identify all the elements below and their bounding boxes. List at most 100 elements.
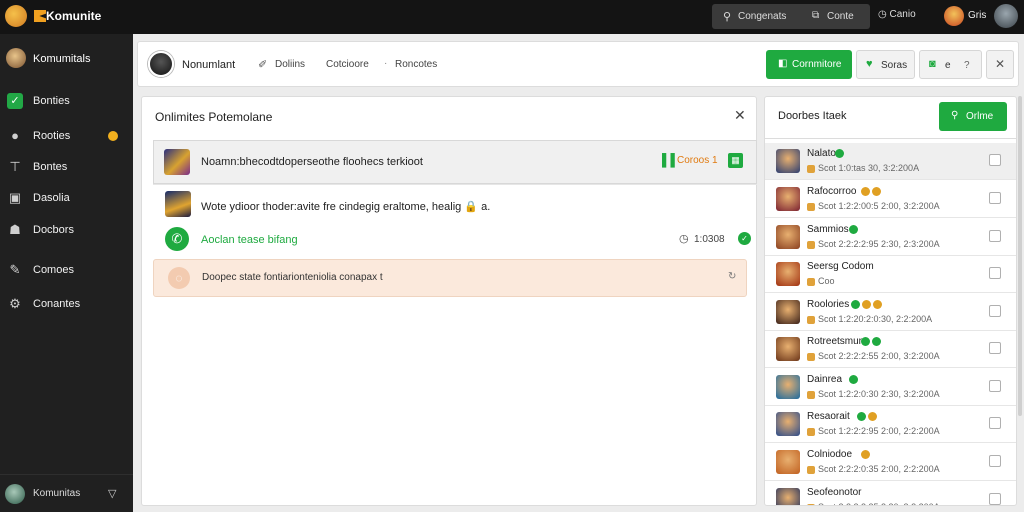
- wrench-icon: ✎: [9, 262, 21, 277]
- contact-meta: Scot 2:2:2:2:55 2:00, 3:2:200A: [807, 351, 940, 361]
- filter-icon[interactable]: ⧉: [812, 10, 819, 21]
- close-icon[interactable]: ✕: [734, 107, 746, 124]
- list-item[interactable]: Sammios Scot 2:2:2:2:95 2:30, 2:3:200A: [765, 219, 1016, 256]
- refresh-icon[interactable]: ↻: [728, 271, 736, 282]
- contact-meta-text: Scot 1:2:2:00:5 2:00, 3:2:200A: [818, 201, 940, 211]
- filter-icon[interactable]: ▽: [108, 487, 116, 500]
- sidebar-header-label: Komumitals: [33, 53, 91, 65]
- contact-name: Nalato: [807, 148, 836, 159]
- list-item[interactable]: Dainrea Scot 1:2:2:0:30 2:30, 3:2:200A: [765, 369, 1016, 406]
- chat-icon: ◙: [929, 58, 936, 70]
- contact-meta: Scot 1:2:2:00:5 2:00, 3:2:200A: [807, 201, 940, 211]
- sidebar-item-docbors[interactable]: ☗ Docbors: [0, 218, 133, 242]
- community-avatar: [6, 48, 26, 68]
- row-checkbox[interactable]: [989, 154, 1001, 166]
- row-checkbox[interactable]: [989, 455, 1001, 467]
- list-item[interactable]: Colniodoe Scot 2:2:2:0:35 2:00, 2:2:200A: [765, 444, 1016, 481]
- row-checkbox[interactable]: [989, 493, 1001, 505]
- list-item[interactable]: Nalato Scot 1:0:tas 30, 3:2:200A: [765, 143, 1016, 180]
- status-badges: [861, 336, 883, 347]
- list-item[interactable]: ✆ Aoclan tease bifang ◷ 1:0308 ✓: [153, 225, 757, 255]
- search-secondary-label[interactable]: Conte: [827, 11, 854, 22]
- list-item[interactable]: Rotreetsmun Scot 2:2:2:2:55 2:00, 3:2:200…: [765, 331, 1016, 368]
- sidebar-item-conantes[interactable]: ⚙ Conantes: [0, 292, 133, 316]
- favorite-button-label: Soras: [881, 60, 908, 71]
- sidebar-footer[interactable]: Komunitas ▽: [0, 474, 133, 512]
- sidebar-item-bontes[interactable]: ⊤ Bontes: [0, 155, 133, 179]
- header-link-settings[interactable]: Cotcioore: [326, 59, 369, 70]
- verified-badge-icon: [851, 300, 860, 310]
- commit-button[interactable]: ◧ Cornmitore: [766, 50, 852, 79]
- avatar: [776, 300, 800, 324]
- options-button[interactable]: ◙ e ?: [919, 50, 982, 79]
- top-bar: Komunite ⚲ Congenats ⧉ Conte ◷ Canio Gri…: [0, 0, 1024, 34]
- row-checkbox[interactable]: [989, 267, 1001, 279]
- list-item[interactable]: Resaorait Scot 1:2:2:2:95 2:00, 2:2:200A: [765, 406, 1016, 443]
- user-name[interactable]: Gris: [968, 10, 986, 21]
- online-button[interactable]: ⚲ Orlme: [939, 102, 1007, 131]
- contact-name: Rafocorroo: [807, 186, 857, 197]
- contact-avatar[interactable]: [148, 51, 174, 77]
- row-checkbox[interactable]: [989, 380, 1001, 392]
- row-checkbox[interactable]: [989, 342, 1001, 354]
- grid-icon[interactable]: ▦: [728, 153, 743, 168]
- list-item[interactable]: Seofeonotor Scot 2:2:2:2:35 2:30, 3:2:200…: [765, 482, 1016, 505]
- search-icon: ⚲: [723, 11, 732, 23]
- star-badge-icon: [868, 412, 877, 422]
- favorite-button[interactable]: ♥ Soras: [856, 50, 915, 79]
- online-button-label: Orlme: [966, 111, 994, 122]
- avatar: [776, 187, 800, 211]
- avatar: [776, 412, 800, 436]
- notice-banner[interactable]: ◌ Doopec state fontiarionteniolia conapa…: [153, 259, 747, 297]
- contact-meta-text: Scot 1:0:tas 30, 3:2:200A: [818, 163, 920, 173]
- list-item[interactable]: Wote ydioor thoder:avite fre cindegig er…: [153, 189, 757, 223]
- contact-meta-text: Scot 1:2:2:2:95 2:00, 2:2:200A: [818, 426, 940, 436]
- header-link-routes[interactable]: Roncotes: [395, 59, 437, 70]
- status-badges: [861, 449, 872, 460]
- notification-dot: [108, 131, 118, 141]
- search-icon: ⚲: [951, 110, 959, 121]
- contact-meta-text: Scot 1:2:20:2:0:30, 2:2:200A: [818, 314, 933, 324]
- sidebar-item-comoes[interactable]: ✎ Comoes: [0, 258, 133, 282]
- book-icon: ▣: [8, 190, 22, 205]
- list-item[interactable]: Seersg Codom Coo: [765, 256, 1016, 293]
- row-checkbox[interactable]: [989, 192, 1001, 204]
- users-icon: ☗: [9, 222, 21, 237]
- sidebar-item-bonties[interactable]: ✓ Bonties: [0, 89, 133, 113]
- user-avatar[interactable]: [944, 6, 964, 26]
- sidebar-item-label: Rooties: [33, 130, 71, 142]
- sidebar-item-label: Conantes: [33, 298, 81, 310]
- gear-icon: ⚙: [9, 296, 21, 311]
- close-icon[interactable]: ✕: [986, 50, 1014, 79]
- verified-badge-icon: [849, 375, 858, 385]
- sidebar-header[interactable]: Komumitals: [0, 46, 133, 72]
- main-panel: Onlimites Potemolane ✕ Noamn:bhecodtdope…: [141, 96, 757, 506]
- verified-badge-icon: [861, 337, 870, 347]
- logo-mark-icon: [34, 10, 46, 22]
- sidebar-item-dasolia[interactable]: ▣ Dasolia: [0, 186, 133, 210]
- status-badges: [835, 148, 846, 159]
- header-link-details[interactable]: Doliins: [275, 59, 305, 70]
- pin-icon[interactable]: ✐: [258, 58, 267, 71]
- list-item[interactable]: Noamn:bhecodtdoperseothe floohecs terkio…: [153, 140, 757, 184]
- sidebar-item-rooties[interactable]: ● Rooties: [0, 124, 133, 148]
- row-checkbox[interactable]: [989, 305, 1001, 317]
- list-item[interactable]: Rafocorroo Scot 1:2:2:00:5 2:00, 3:2:200A: [765, 181, 1016, 218]
- clock-icon: ◷: [679, 233, 689, 245]
- checkmark-icon: ✓: [738, 232, 751, 245]
- top-search-bar[interactable]: ⚲ Congenats ⧉ Conte: [712, 4, 870, 29]
- list-item[interactable]: Roolories Scot 1:2:20:2:0:30, 2:2:200A: [765, 294, 1016, 331]
- logo-avatar[interactable]: [5, 5, 27, 27]
- profile-avatar[interactable]: [994, 4, 1018, 28]
- scrollbar[interactable]: [1018, 96, 1022, 416]
- avatar: [776, 450, 800, 474]
- contact-meta: Scot 1:2:20:2:0:30, 2:2:200A: [807, 314, 932, 324]
- row-checkbox[interactable]: [989, 417, 1001, 429]
- status-indicator[interactable]: ◷ Canio: [878, 9, 916, 20]
- star-badge-icon: [861, 187, 870, 197]
- save-icon: ◧: [778, 58, 788, 69]
- status-badges: [849, 224, 860, 235]
- row-checkbox[interactable]: [989, 230, 1001, 242]
- contact-meta: Scot 1:0:tas 30, 3:2:200A: [807, 163, 919, 173]
- user-icon: ●: [11, 128, 19, 143]
